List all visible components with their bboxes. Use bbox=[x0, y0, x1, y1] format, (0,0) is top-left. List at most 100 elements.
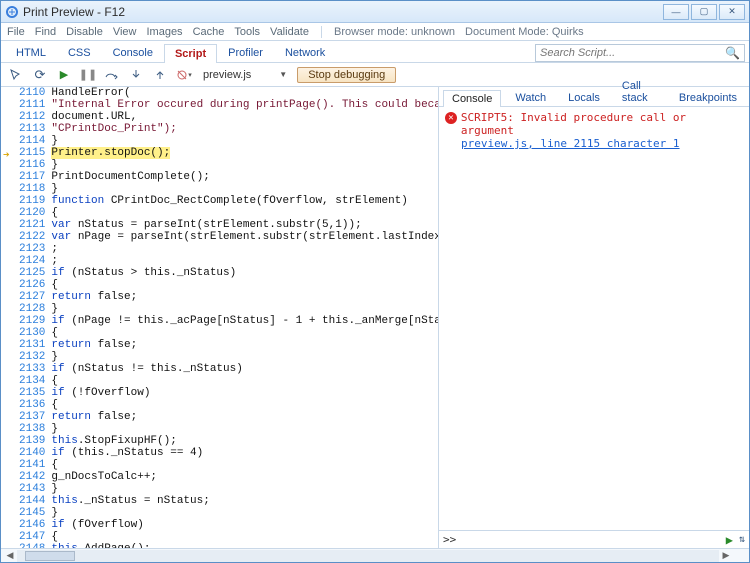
step-into-icon[interactable] bbox=[127, 66, 145, 84]
code-text: HandleError( bbox=[51, 87, 438, 99]
tab-console[interactable]: Console bbox=[102, 43, 164, 62]
multiline-icon[interactable]: ⇅ bbox=[739, 534, 745, 545]
horizontal-scrollbar[interactable]: ◀ ▶ bbox=[1, 549, 735, 562]
line-number: 2145 bbox=[1, 507, 51, 519]
code-line[interactable]: 2120{ bbox=[1, 207, 438, 219]
code-line[interactable]: 2136{ bbox=[1, 399, 438, 411]
code-line[interactable]: 2117PrintDocumentComplete(); bbox=[1, 171, 438, 183]
line-number: 2126 bbox=[1, 279, 51, 291]
menu-view[interactable]: View bbox=[113, 26, 137, 38]
code-line[interactable]: 2123; bbox=[1, 243, 438, 255]
tab-css[interactable]: CSS bbox=[57, 43, 102, 62]
search-input[interactable] bbox=[540, 47, 725, 59]
main-tabs: HTML CSS Console Script Profiler Network… bbox=[1, 41, 749, 63]
code-line[interactable]: 2142g_nDocsToCalc++; bbox=[1, 471, 438, 483]
code-line[interactable]: 2141{ bbox=[1, 459, 438, 471]
code-text: if (nStatus > this._nStatus) bbox=[51, 267, 438, 279]
code-line[interactable]: 2139this.StopFixupHF(); bbox=[1, 435, 438, 447]
code-line[interactable]: 2127return false; bbox=[1, 291, 438, 303]
code-line[interactable]: 2128} bbox=[1, 303, 438, 315]
tab-profiler[interactable]: Profiler bbox=[217, 43, 274, 62]
code-line[interactable]: 2133if (nStatus != this._nStatus) bbox=[1, 363, 438, 375]
code-line[interactable]: 2111"Internal Error occured during print… bbox=[1, 99, 438, 111]
run-icon[interactable]: ▶ bbox=[726, 533, 733, 547]
pause-icon[interactable]: ❚❚ bbox=[79, 66, 97, 84]
menu-cache[interactable]: Cache bbox=[193, 26, 225, 38]
code-line[interactable]: 2119function CPrintDoc_RectComplete(fOve… bbox=[1, 195, 438, 207]
console-prompt: >> bbox=[443, 533, 456, 546]
code-line[interactable]: 2147{ bbox=[1, 531, 438, 543]
code-line[interactable]: 2130{ bbox=[1, 327, 438, 339]
maximize-button[interactable]: ▢ bbox=[691, 4, 717, 20]
code-line[interactable]: 2112document.URL, bbox=[1, 111, 438, 123]
step-out-icon[interactable] bbox=[151, 66, 169, 84]
code-line[interactable]: 2124; bbox=[1, 255, 438, 267]
code-text: this._nStatus = nStatus; bbox=[51, 495, 438, 507]
step-over-icon[interactable] bbox=[103, 66, 121, 84]
code-line[interactable]: 2137return false; bbox=[1, 411, 438, 423]
play-icon[interactable]: ▶ bbox=[55, 66, 73, 84]
code-line[interactable]: 2146if (fOverflow) bbox=[1, 519, 438, 531]
code-line[interactable]: 2135if (!fOverflow) bbox=[1, 387, 438, 399]
tab-html[interactable]: HTML bbox=[5, 43, 57, 62]
dbg-tab-breakpoints[interactable]: Breakpoints bbox=[671, 90, 745, 106]
line-number: 2147 bbox=[1, 531, 51, 543]
close-button[interactable]: ✕ bbox=[719, 4, 745, 20]
window-title: Print Preview - F12 bbox=[23, 5, 661, 19]
dbg-tab-watch[interactable]: Watch bbox=[507, 90, 554, 106]
code-line[interactable]: 2121var nStatus = parseInt(strElement.su… bbox=[1, 219, 438, 231]
console-input-bar[interactable]: >> ▶ ⇅ bbox=[439, 530, 749, 548]
search-icon[interactable]: 🔍 bbox=[725, 46, 740, 60]
code-line[interactable]: 2110HandleError( bbox=[1, 87, 438, 99]
code-text: if (!fOverflow) bbox=[51, 387, 438, 399]
code-line[interactable]: 2132} bbox=[1, 351, 438, 363]
code-line[interactable]: 2138} bbox=[1, 423, 438, 435]
menu-find[interactable]: Find bbox=[35, 26, 56, 38]
code-line[interactable]: 2114} bbox=[1, 135, 438, 147]
file-dropdown[interactable]: preview.js ▼ bbox=[199, 68, 291, 82]
menu-tools[interactable]: Tools bbox=[234, 26, 260, 38]
menu-disable[interactable]: Disable bbox=[66, 26, 103, 38]
code-line[interactable]: 2143} bbox=[1, 483, 438, 495]
code-line[interactable]: 2125if (nStatus > this._nStatus) bbox=[1, 267, 438, 279]
code-line[interactable]: 2116} bbox=[1, 159, 438, 171]
code-line[interactable]: 2126{ bbox=[1, 279, 438, 291]
menu-validate[interactable]: Validate bbox=[270, 26, 309, 38]
line-number: 2120 bbox=[1, 207, 51, 219]
menu-bar: File Find Disable View Images Cache Tool… bbox=[1, 23, 749, 41]
code-line[interactable]: 2148this.AddPage(); bbox=[1, 543, 438, 548]
tab-script[interactable]: Script bbox=[164, 44, 217, 63]
chevron-down-icon: ▼ bbox=[279, 70, 287, 79]
scroll-left-icon[interactable]: ◀ bbox=[3, 550, 17, 561]
code-line[interactable]: 2115Printer.stopDoc(); bbox=[1, 147, 438, 159]
break-icon[interactable]: ▾ bbox=[175, 66, 193, 84]
menu-file[interactable]: File bbox=[7, 26, 25, 38]
search-box[interactable]: 🔍 bbox=[535, 44, 745, 62]
scroll-thumb[interactable] bbox=[25, 551, 75, 561]
code-line[interactable]: 2122var nPage = parseInt(strElement.subs… bbox=[1, 231, 438, 243]
menu-images[interactable]: Images bbox=[146, 26, 182, 38]
scroll-right-icon[interactable]: ▶ bbox=[719, 550, 733, 561]
dbg-tab-callstack[interactable]: Call stack bbox=[614, 78, 665, 106]
stop-debugging-button[interactable]: Stop debugging bbox=[297, 67, 396, 83]
document-mode-label[interactable]: Document Mode: Quirks bbox=[465, 26, 584, 38]
code-line[interactable]: 2118} bbox=[1, 183, 438, 195]
code-line[interactable]: 2129if (nPage != this._acPage[nStatus] -… bbox=[1, 315, 438, 327]
pointer-icon[interactable] bbox=[7, 66, 25, 84]
code-line[interactable]: 2131return false; bbox=[1, 339, 438, 351]
minimize-button[interactable]: — bbox=[663, 4, 689, 20]
line-number: 2130 bbox=[1, 327, 51, 339]
code-editor[interactable]: 2110HandleError(2111"Internal Error occu… bbox=[1, 87, 439, 548]
code-line[interactable]: 2140if (this._nStatus == 4) bbox=[1, 447, 438, 459]
code-line[interactable]: 2144this._nStatus = nStatus; bbox=[1, 495, 438, 507]
tab-network[interactable]: Network bbox=[274, 43, 336, 62]
code-line[interactable]: 2113"CPrintDoc_Print"); bbox=[1, 123, 438, 135]
browser-mode-label[interactable]: Browser mode: unknown bbox=[334, 26, 455, 38]
refresh-icon[interactable]: ⟳ bbox=[31, 66, 49, 84]
error-message: SCRIPT5: Invalid procedure call or argum… bbox=[461, 111, 743, 137]
error-source-link[interactable]: preview.js, line 2115 character 1 bbox=[461, 137, 743, 150]
code-line[interactable]: 2145} bbox=[1, 507, 438, 519]
code-line[interactable]: 2134{ bbox=[1, 375, 438, 387]
dbg-tab-console[interactable]: Console bbox=[443, 90, 501, 107]
dbg-tab-locals[interactable]: Locals bbox=[560, 90, 608, 106]
